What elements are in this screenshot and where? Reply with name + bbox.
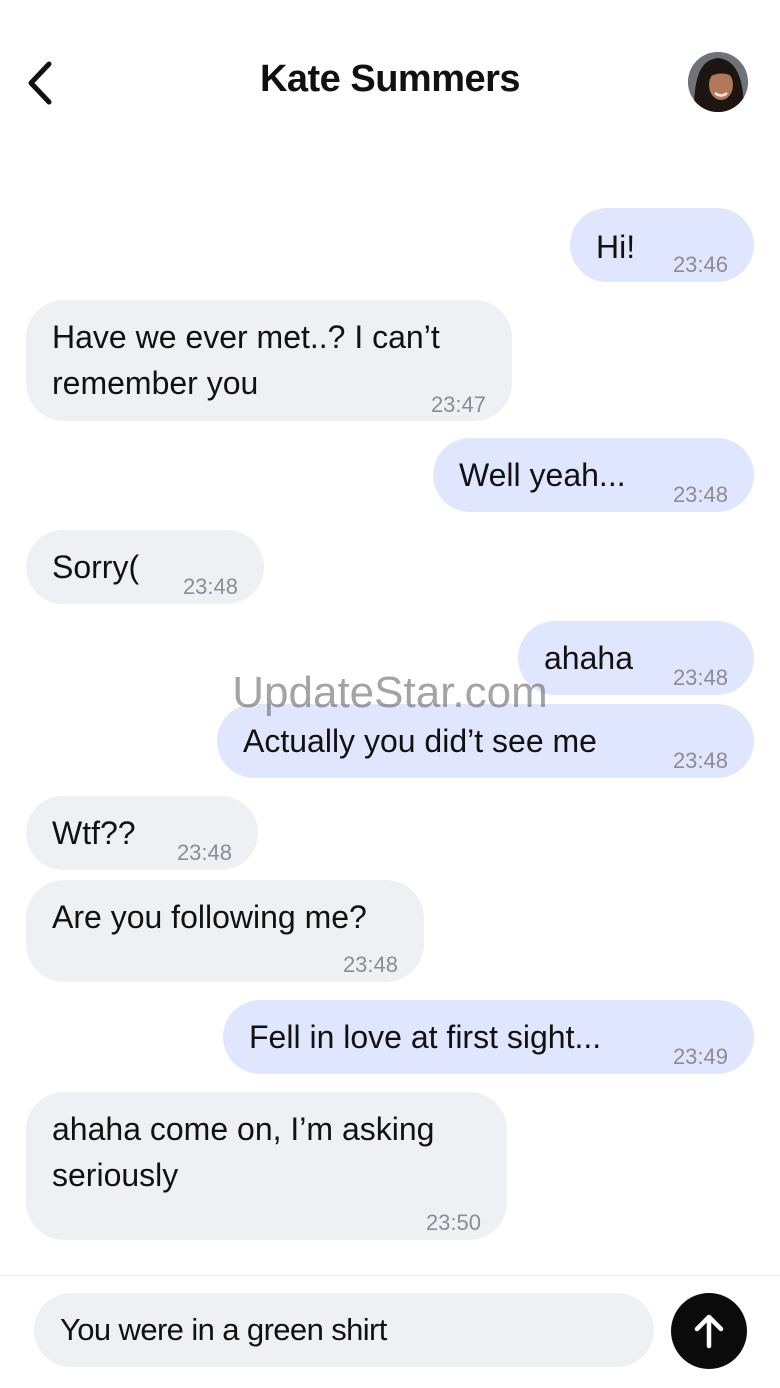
message-time: 23:49 [672, 1044, 728, 1069]
chat-header: Kate Summers [0, 0, 780, 150]
message-input[interactable] [34, 1293, 654, 1367]
message-bubble-outgoing[interactable]: Fell in love at first sight... 23:49 [223, 1000, 754, 1074]
contact-name: Kate Summers [259, 58, 521, 100]
message-time: 23:50 [425, 1210, 481, 1235]
message-time: 23:48 [672, 665, 728, 690]
message-bubble-incoming[interactable]: Are you following me? 23:48 [26, 880, 424, 982]
message-text: Sorry( [52, 549, 140, 585]
message-text-line: remember you [52, 365, 259, 401]
message-text-line: Have we ever met..? I can’t [52, 319, 440, 355]
message-time: 23:48 [672, 748, 728, 773]
message-text: Well yeah... [459, 457, 626, 493]
message-bubble-incoming[interactable]: Sorry( 23:48 [26, 530, 264, 604]
message-text: Fell in love at first sight... [249, 1019, 602, 1055]
message-bubble-outgoing[interactable]: Well yeah... 23:48 [433, 438, 754, 512]
message-bubble-incoming[interactable]: ahaha come on, I’m asking seriously 23:5… [26, 1092, 507, 1240]
message-text: Are you following me? [52, 899, 367, 935]
message-text: Actually you did’t see me [243, 723, 597, 759]
message-text: ahaha [544, 640, 633, 676]
message-text-line: ahaha come on, I’m asking [52, 1111, 435, 1147]
message-time: 23:48 [182, 574, 238, 599]
message-time: 23:47 [430, 392, 486, 417]
message-time: 23:48 [342, 952, 398, 977]
message-bubble-outgoing[interactable]: Hi! 23:46 [570, 208, 754, 282]
profile-photo-icon [688, 52, 748, 112]
message-bubble-outgoing[interactable]: Actually you did’t see me 23:48 [217, 704, 754, 778]
arrow-up-icon [694, 1314, 724, 1349]
avatar[interactable] [688, 52, 748, 112]
message-bubble-outgoing[interactable]: ahaha 23:48 [518, 621, 754, 695]
send-button[interactable] [671, 1293, 747, 1369]
message-text-line: seriously [52, 1157, 179, 1193]
message-time: 23:48 [672, 482, 728, 507]
message-bubble-incoming[interactable]: Wtf?? 23:48 [26, 796, 258, 870]
message-text: Wtf?? [52, 815, 136, 851]
message-bubble-incoming[interactable]: Have we ever met..? I can’t remember you… [26, 300, 512, 421]
message-time: 23:46 [672, 252, 728, 277]
message-text: Hi! [596, 229, 636, 265]
message-time: 23:48 [176, 840, 232, 865]
